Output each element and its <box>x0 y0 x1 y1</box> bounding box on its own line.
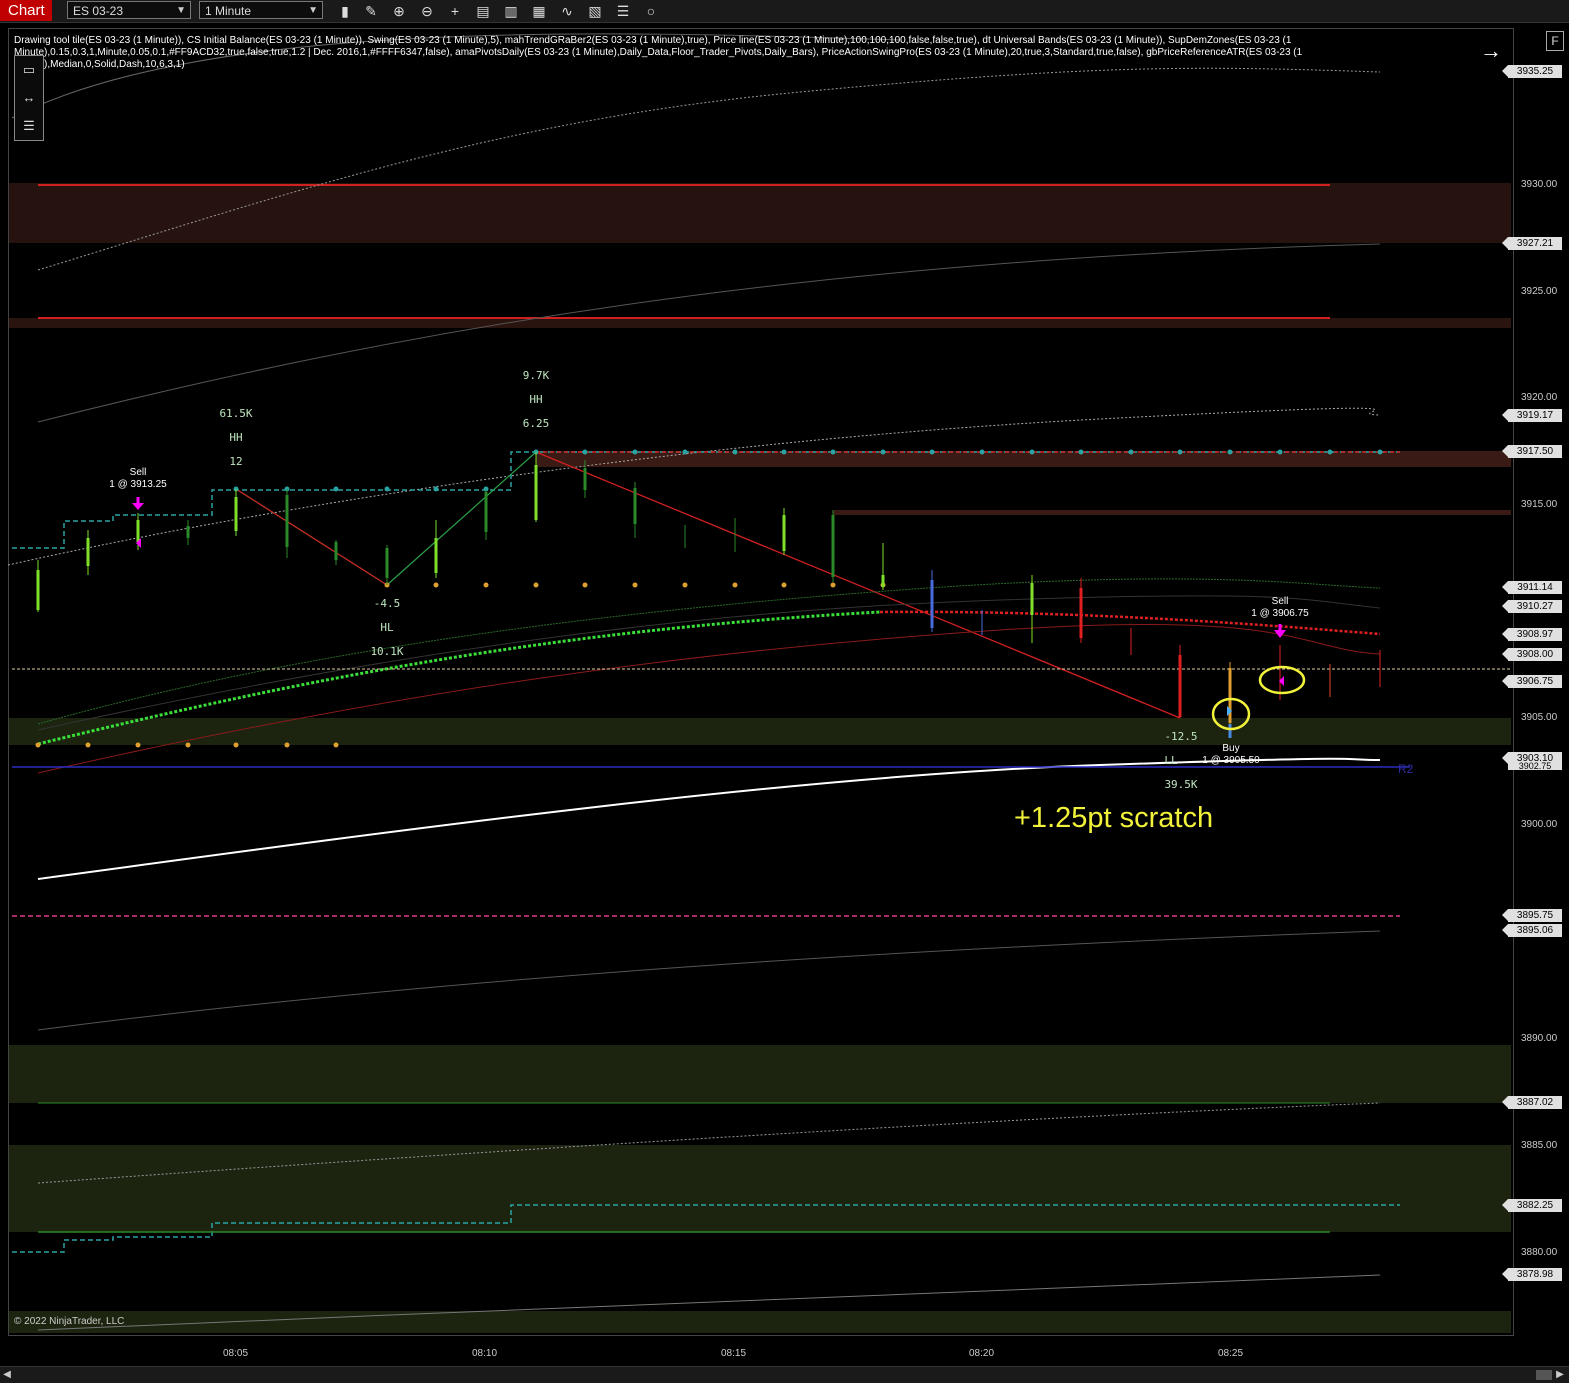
swing-volume-label: 61.5K <box>219 407 253 420</box>
indicator-list: Drawing tool tile(ES 03-23 (1 Minute)), … <box>14 35 1303 70</box>
trade-side-label: Sell <box>129 467 147 478</box>
pivot-r2-label: R2 <box>1398 762 1414 776</box>
price-tick: 3905.00 <box>1521 712 1558 723</box>
candle <box>1079 578 1083 643</box>
drawing-tool-tile: ▭ ↔ ☰ <box>14 55 44 141</box>
swing-type-label: HH <box>229 431 243 444</box>
demand-zone <box>9 718 1511 745</box>
price-marker: 3917.50 <box>1502 445 1562 458</box>
price-marker: 3882.25 <box>1502 1199 1562 1212</box>
price-chart <box>7 33 1511 1333</box>
supply-zone <box>9 318 1511 328</box>
candle <box>484 490 488 540</box>
candle <box>285 489 289 558</box>
candle <box>633 482 637 538</box>
price-tick: 3900.00 <box>1521 819 1558 830</box>
price-marker: 3895.75 <box>1502 909 1562 922</box>
trade-detail-label: 1 @ 3906.75 <box>1251 608 1309 619</box>
copyright-text: © 2022 NinjaTrader, LLC <box>14 1316 125 1327</box>
supply-zone <box>833 510 1511 515</box>
price-marker: 3908.00 <box>1502 648 1562 661</box>
swing-type-label: HH <box>529 393 543 406</box>
price-marker: 3878.98 <box>1502 1268 1562 1281</box>
trade-note: +1.25pt scratch <box>1014 802 1214 834</box>
time-tick: 08:10 <box>472 1348 498 1359</box>
demand-zone <box>9 1145 1511 1232</box>
candle <box>930 570 934 632</box>
horizontal-scrollbar[interactable]: ◀ ▶ <box>0 1366 1569 1383</box>
swing-value-label: 6.25 <box>522 417 550 430</box>
candle <box>234 489 238 536</box>
time-tick: 08:15 <box>721 1348 747 1359</box>
scroll-thumb[interactable] <box>1536 1370 1552 1380</box>
demand-zone <box>9 1045 1511 1103</box>
swing-volume-label: 39.5K <box>1164 778 1198 791</box>
candle <box>1178 645 1182 718</box>
trade-side-label: Buy <box>1222 743 1240 754</box>
swing-volume-label: 10.1K <box>370 645 404 658</box>
scroll-left-icon[interactable]: ◀ <box>0 1367 14 1383</box>
trade-detail-label: 1 @ 3913.25 <box>109 479 167 490</box>
price-marker: 3908.97 <box>1502 628 1562 641</box>
price-tick: 3880.00 <box>1521 1247 1558 1258</box>
f-button[interactable]: F <box>1546 31 1564 51</box>
candle <box>881 543 885 590</box>
swing-value-label: -12.5 <box>1164 730 1198 743</box>
price-tick: 3885.00 <box>1521 1140 1558 1151</box>
time-tick: 08:20 <box>969 1348 995 1359</box>
trade-detail-label: 1 @ 3905.50 <box>1202 755 1260 766</box>
lower-band-curve <box>37 930 1381 1031</box>
price-marker: 3919.17 <box>1502 409 1562 422</box>
candle <box>782 508 786 555</box>
price-tick: 3930.00 <box>1521 179 1558 190</box>
candles <box>36 452 1381 738</box>
swing-value-label: 12 <box>229 455 243 468</box>
price-marker: 3895.06 <box>1502 924 1562 937</box>
candle <box>385 545 389 585</box>
price-marker: 3927.21 <box>1502 237 1562 250</box>
price-tick: 3915.00 <box>1521 499 1558 510</box>
horizontal-arrows-icon[interactable]: ↔ <box>15 84 43 112</box>
ruler-icon[interactable]: ▭ <box>15 56 43 84</box>
time-tick: 08:25 <box>1218 1348 1244 1359</box>
price-tick: 3925.00 <box>1521 286 1558 297</box>
price-marker: 3887.02 <box>1502 1096 1562 1109</box>
arrow-right-icon[interactable]: → <box>1480 38 1502 64</box>
price-tick: 3890.00 <box>1521 1033 1558 1044</box>
price-marker: 3902.75 <box>1508 762 1562 770</box>
swing-volume-label: 9.7K <box>522 369 550 382</box>
upper-band-curve <box>37 243 1381 423</box>
supply-zone <box>536 451 1511 467</box>
candle <box>36 560 40 612</box>
trade-side-label: Sell <box>1271 596 1289 607</box>
candle <box>1030 575 1034 643</box>
candle <box>434 520 438 578</box>
scroll-right-icon[interactable]: ▶ <box>1553 1367 1567 1383</box>
price-marker: 3910.27 <box>1502 600 1562 613</box>
candle <box>334 540 338 565</box>
swing-value-label: -4.5 <box>373 597 401 610</box>
time-tick: 08:05 <box>223 1348 249 1359</box>
candle <box>186 520 190 545</box>
menu-icon[interactable]: ☰ <box>15 112 43 140</box>
price-tick: 3920.00 <box>1521 392 1558 403</box>
swing-zigzag <box>235 488 388 586</box>
price-marker: 3911.14 <box>1502 581 1562 594</box>
supply-zone <box>9 183 1511 243</box>
price-marker: 3935.25 <box>1502 65 1562 78</box>
price-marker: 3906.75 <box>1502 675 1562 688</box>
swing-type-label: HL <box>380 621 394 634</box>
candle <box>831 510 835 582</box>
candle <box>86 530 90 575</box>
